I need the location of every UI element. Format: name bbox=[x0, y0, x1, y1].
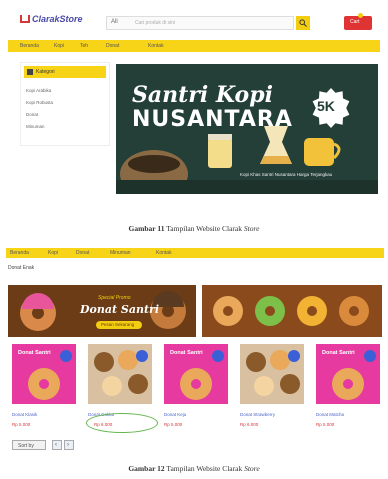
product-name[interactable]: Donat Klasik bbox=[12, 412, 37, 417]
new-badge bbox=[288, 350, 300, 362]
sidebar-item[interactable]: Kopi Arabika bbox=[26, 88, 51, 93]
nav-item[interactable]: Donat bbox=[106, 43, 119, 49]
banner-caption: Kopi Khas Santri Nusantara Harga Terjang… bbox=[240, 172, 333, 177]
caption-italic: Store bbox=[243, 224, 260, 233]
promo-subtitle: Special Promo bbox=[98, 295, 131, 301]
search-button[interactable] bbox=[296, 16, 310, 30]
product-card[interactable]: Donat Santri bbox=[164, 344, 228, 404]
sidebar-heading[interactable]: Kategori bbox=[24, 66, 106, 78]
nav-item[interactable]: Kopi bbox=[48, 250, 58, 256]
nav-item[interactable]: Minuman bbox=[110, 250, 131, 256]
chevron-right-icon: › bbox=[67, 442, 69, 448]
chevron-left-icon: ‹ bbox=[55, 442, 57, 448]
figure-11-caption: Gambar 11 Tampilan Website Clarak Store bbox=[0, 224, 388, 233]
product-card[interactable] bbox=[88, 344, 152, 404]
card-title: Donat Santri bbox=[322, 350, 355, 356]
nav-item[interactable]: Beranda bbox=[20, 43, 39, 49]
banner-title-line1: Santri Kopi bbox=[132, 82, 273, 108]
nav-item[interactable]: Kontak bbox=[156, 250, 172, 256]
donut-image bbox=[332, 368, 364, 400]
sidebar-item[interactable]: Minuman bbox=[26, 124, 45, 129]
search-category-select[interactable]: All bbox=[111, 19, 118, 25]
new-badge bbox=[212, 350, 224, 362]
product-price: Rp 5.000 bbox=[12, 422, 31, 427]
search-input[interactable]: Cari produk di sini bbox=[135, 20, 175, 26]
nav-item[interactable]: Kontak bbox=[148, 43, 164, 49]
cart-logo-icon bbox=[20, 15, 30, 23]
section-title: Donat Enak bbox=[8, 265, 35, 271]
product-name[interactable]: Donat Matcha bbox=[316, 412, 344, 417]
main-nav: Beranda Kopi Teh Donat Kontak bbox=[8, 40, 380, 52]
price-badge-label: 5K bbox=[317, 98, 335, 114]
donut-image bbox=[180, 368, 212, 400]
cart-label: Cart bbox=[350, 19, 360, 25]
sidebar-item[interactable]: Kopi Robusta bbox=[26, 100, 53, 105]
donut-row-illustration bbox=[213, 296, 369, 326]
nav-item[interactable]: Donat bbox=[76, 250, 89, 256]
donut-showcase-banner[interactable] bbox=[202, 285, 382, 337]
nav-item[interactable]: Beranda bbox=[10, 250, 29, 256]
hero-banner[interactable]: Santri Kopi NUSANTARA 5K Kopi Khas Santr… bbox=[116, 64, 378, 194]
prev-page-button[interactable]: ‹ bbox=[52, 440, 62, 450]
caption-label: Gambar 12 bbox=[128, 464, 165, 473]
highlight-circle bbox=[86, 413, 158, 433]
product-price: Rp 6.000 bbox=[240, 422, 259, 427]
nav-item[interactable]: Teh bbox=[80, 43, 88, 49]
new-badge bbox=[60, 350, 72, 362]
nav-item[interactable]: Kopi bbox=[54, 43, 64, 49]
product-card[interactable] bbox=[240, 344, 304, 404]
promo-button[interactable]: Pesan Sekarang bbox=[96, 321, 142, 329]
logo-text: ClarakStore bbox=[32, 14, 83, 24]
search-icon bbox=[299, 19, 307, 27]
product-price: Rp 5.000 bbox=[316, 422, 335, 427]
product-price: Rp 5.000 bbox=[164, 422, 183, 427]
list-icon bbox=[27, 69, 33, 75]
new-badge bbox=[136, 350, 148, 362]
cart-badge bbox=[358, 13, 363, 18]
fig12-nav: Beranda Kopi Donat Minuman Kontak bbox=[6, 248, 384, 258]
cart-button[interactable]: Cart bbox=[344, 16, 372, 30]
caption-text: Tampilan Website Clarak bbox=[166, 464, 243, 473]
store-logo[interactable]: ClarakStore bbox=[20, 14, 83, 24]
card-title: Donat Santri bbox=[170, 350, 203, 356]
figure-12-caption: Gambar 12 Tampilan Website Clarak Store bbox=[0, 464, 388, 473]
product-name[interactable]: Donat Strawberry bbox=[240, 412, 275, 417]
promo-banner[interactable]: Special Promo Donat Santri Pesan Sekaran… bbox=[8, 285, 196, 337]
product-name[interactable]: Donat Keju bbox=[164, 412, 186, 417]
banner-title-line2: NUSANTARA bbox=[132, 107, 293, 132]
sort-label: Sort by bbox=[18, 443, 34, 449]
sidebar-heading-label: Kategori bbox=[36, 69, 55, 75]
caption-text: Tampilan Website Clarak bbox=[166, 224, 243, 233]
caption-italic: Store bbox=[244, 464, 260, 473]
sort-select[interactable]: Sort by bbox=[12, 440, 46, 450]
caption-label: Gambar 11 bbox=[128, 224, 165, 233]
sidebar-item[interactable]: Donat bbox=[26, 112, 38, 117]
figure-11-screenshot: ClarakStore All Cari produk di sini Cart… bbox=[8, 8, 380, 205]
card-title: Donat Santri bbox=[18, 350, 51, 356]
product-card[interactable]: Donat Santri bbox=[12, 344, 76, 404]
search-bar[interactable]: All Cari produk di sini bbox=[106, 16, 294, 30]
new-badge bbox=[364, 350, 376, 362]
product-card[interactable]: Donat Santri bbox=[316, 344, 380, 404]
promo-button-label: Pesan Sekarang bbox=[101, 322, 135, 327]
donut-image bbox=[28, 368, 60, 400]
promo-title: Donat Santri bbox=[80, 303, 160, 316]
next-page-button[interactable]: › bbox=[64, 440, 74, 450]
